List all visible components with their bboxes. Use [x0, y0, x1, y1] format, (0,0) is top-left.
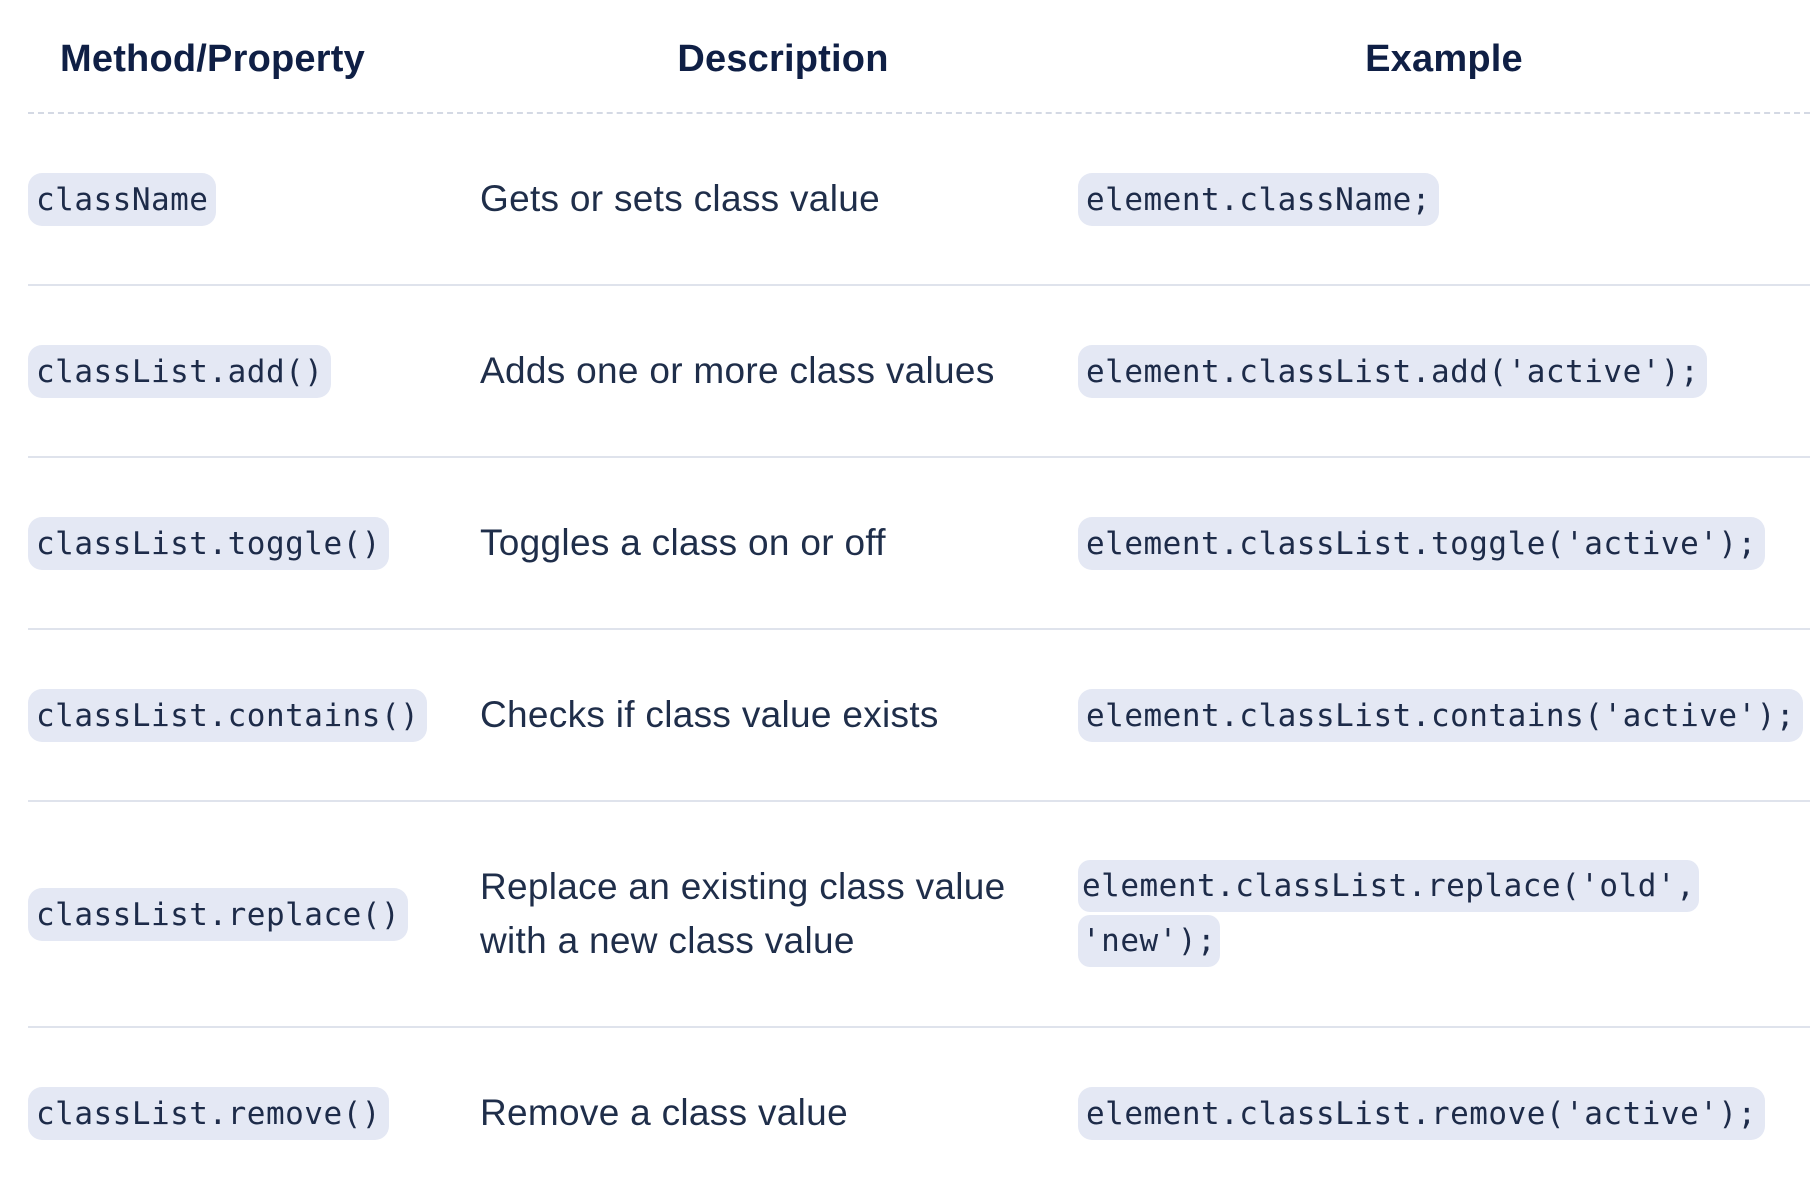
header-method: Method/Property — [60, 37, 365, 80]
description-text: Remove a class value — [480, 1092, 848, 1133]
method-code: classList.toggle() — [28, 516, 389, 570]
table-row: classList.toggle() Toggles a class on or… — [28, 458, 1810, 630]
description-cell: Remove a class value — [448, 1086, 1078, 1140]
description-cell: Checks if class value exists — [448, 688, 1078, 742]
table-header-row: Method/Property Description Example — [28, 0, 1810, 114]
method-cell: classList.add() — [28, 344, 448, 398]
example-cell: element.className; — [1078, 172, 1810, 226]
example-cell: element.classList.replace('old', 'new'); — [1078, 859, 1810, 969]
method-code: classList.replace() — [28, 887, 409, 941]
class-methods-table: Method/Property Description Example clas… — [28, 0, 1810, 1198]
method-cell: classList.toggle() — [28, 516, 448, 570]
example-cell: element.classList.contains('active'); — [1078, 688, 1810, 742]
method-cell: classList.remove() — [28, 1086, 448, 1140]
example-cell: element.classList.add('active'); — [1078, 344, 1810, 398]
table-row: classList.replace() Replace an existing … — [28, 802, 1810, 1028]
method-code: className — [28, 172, 217, 226]
table-row: classList.remove() Remove a class value … — [28, 1028, 1810, 1198]
example-code: element.classList.contains('active'); — [1078, 688, 1804, 742]
example-cell: element.classList.toggle('active'); — [1078, 516, 1810, 570]
description-text: Replace an existing class value with a n… — [480, 866, 1006, 961]
example-cell: element.classList.remove('active'); — [1078, 1086, 1810, 1140]
method-cell: classList.replace() — [28, 887, 448, 941]
description-cell: Toggles a class on or off — [448, 516, 1078, 570]
description-cell: Adds one or more class values — [448, 344, 1078, 398]
method-code: classList.contains() — [28, 688, 428, 742]
description-text: Checks if class value exists — [480, 694, 939, 735]
table-row: className Gets or sets class value eleme… — [28, 114, 1810, 286]
method-code: classList.remove() — [28, 1086, 389, 1140]
description-text: Adds one or more class values — [480, 350, 995, 391]
example-code: element.className; — [1078, 172, 1439, 226]
example-wrap: element.classList.replace('old', 'new'); — [1078, 859, 1700, 969]
header-description: Description — [677, 37, 889, 80]
description-cell: Gets or sets class value — [448, 172, 1078, 226]
method-cell: classList.contains() — [28, 688, 448, 742]
example-code: element.classList.add('active'); — [1078, 344, 1708, 398]
example-code: element.classList.toggle('active'); — [1078, 516, 1765, 570]
description-text: Toggles a class on or off — [480, 522, 886, 563]
method-code: classList.add() — [28, 344, 332, 398]
description-text: Gets or sets class value — [480, 178, 880, 219]
example-code: element.classList.replace('old', 'new'); — [1078, 860, 1700, 967]
table-row: classList.add() Adds one or more class v… — [28, 286, 1810, 458]
example-code: element.classList.remove('active'); — [1078, 1086, 1765, 1140]
description-cell: Replace an existing class value with a n… — [448, 860, 1078, 968]
header-example: Example — [1365, 37, 1523, 80]
table-row: classList.contains() Checks if class val… — [28, 630, 1810, 802]
method-cell: className — [28, 172, 448, 226]
